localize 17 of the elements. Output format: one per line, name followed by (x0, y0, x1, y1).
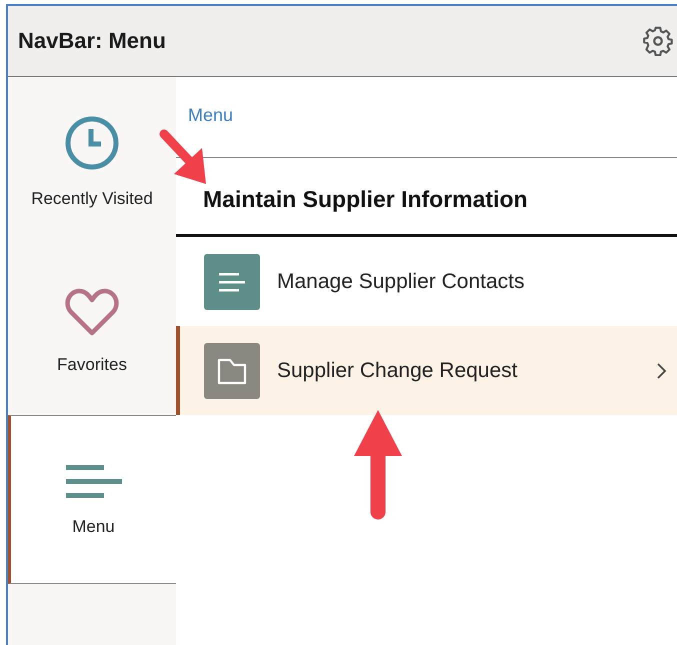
settings-icon[interactable] (643, 26, 673, 56)
menu-row[interactable]: Manage Supplier Contacts (176, 237, 677, 326)
folder-icon (204, 342, 260, 398)
sidebar-label: Favorites (57, 354, 127, 374)
row-label: Manage Supplier Contacts (277, 270, 526, 294)
sidebar-item[interactable]: Menu (8, 415, 176, 584)
clock-icon (64, 114, 120, 170)
heart-icon (64, 286, 120, 336)
sidebar-label: Menu (72, 516, 115, 536)
row-label: Supplier Change Request (277, 358, 518, 382)
menu-row[interactable]: Supplier Change Request (176, 326, 677, 415)
panel-title: NavBar: Menu (18, 28, 166, 54)
sidebar-item[interactable]: Favorites (8, 246, 176, 415)
document-icon (204, 254, 260, 310)
menu-icon (66, 462, 122, 498)
sidebar-label: Recently Visited (31, 188, 153, 208)
sidebar-item[interactable]: Recently Visited (8, 77, 176, 246)
